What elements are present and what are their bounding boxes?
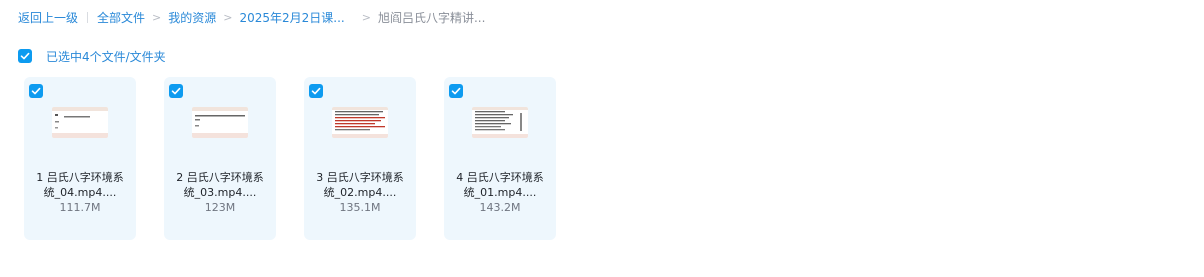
- file-name-line: 统_01.mp4....: [463, 186, 537, 199]
- breadcrumb-divider: [87, 11, 89, 23]
- file-name-line: 统_02.mp4....: [323, 186, 397, 199]
- file-name-line: 1 吕氏八字环境系: [36, 171, 124, 184]
- video-thumbnail-icon: [472, 107, 528, 138]
- chevron-right-icon: >: [152, 10, 162, 24]
- file-grid: 1 吕氏八字环境系 统_04.mp4.... 111.7M 2 吕氏八字环境系 …: [24, 77, 556, 240]
- file-card[interactable]: 3 吕氏八字环境系 统_02.mp4.... 135.1M: [304, 77, 416, 240]
- file-size: 135.1M: [339, 201, 381, 214]
- file-name-line: 统_03.mp4....: [183, 186, 257, 199]
- breadcrumb: 返回上一级 全部文件 > 我的资源 > 2025年2月2日课... > 旭阎吕氏…: [18, 9, 485, 25]
- file-name-line: 统_04.mp4....: [43, 186, 117, 199]
- check-icon: [311, 87, 321, 95]
- chevron-right-icon: >: [223, 10, 233, 24]
- video-thumbnail-icon: [192, 107, 248, 138]
- breadcrumb-item-my-resources[interactable]: 我的资源: [168, 9, 216, 26]
- selection-count-text: 已选中4个文件/文件夹: [46, 49, 166, 64]
- file-name-line: 2 吕氏八字环境系: [176, 171, 264, 184]
- file-size: 111.7M: [59, 201, 101, 214]
- file-name: 3 吕氏八字环境系 统_02.mp4....: [308, 170, 412, 200]
- video-thumbnail-icon: [52, 107, 108, 138]
- file-size: 143.2M: [479, 201, 521, 214]
- breadcrumb-item-course[interactable]: 2025年2月2日课...: [239, 9, 344, 26]
- select-all-checkbox[interactable]: [18, 49, 32, 63]
- file-card[interactable]: 2 吕氏八字环境系 统_03.mp4.... 123M: [164, 77, 276, 240]
- file-checkbox[interactable]: [309, 84, 323, 98]
- selection-bar: 已选中4个文件/文件夹: [18, 49, 166, 64]
- video-thumbnail-icon: [332, 107, 388, 138]
- breadcrumb-item-all-files[interactable]: 全部文件: [97, 9, 145, 26]
- back-button[interactable]: 返回上一级: [18, 9, 78, 26]
- file-name: 2 吕氏八字环境系 统_03.mp4....: [168, 170, 272, 200]
- file-card[interactable]: 4 吕氏八字环境系 统_01.mp4.... 143.2M: [444, 77, 556, 240]
- file-card[interactable]: 1 吕氏八字环境系 统_04.mp4.... 111.7M: [24, 77, 136, 240]
- file-checkbox[interactable]: [449, 84, 463, 98]
- check-icon: [451, 87, 461, 95]
- file-name: 1 吕氏八字环境系 统_04.mp4....: [28, 170, 132, 200]
- check-icon: [31, 87, 41, 95]
- file-size: 123M: [204, 201, 236, 214]
- chevron-right-icon: >: [361, 10, 371, 24]
- check-icon: [20, 52, 30, 60]
- file-name: 4 吕氏八字环境系 统_01.mp4....: [448, 170, 552, 200]
- file-checkbox[interactable]: [29, 84, 43, 98]
- file-name-line: 3 吕氏八字环境系: [316, 171, 404, 184]
- file-checkbox[interactable]: [169, 84, 183, 98]
- breadcrumb-item-current: 旭阎吕氏八字精讲...: [377, 10, 486, 25]
- check-icon: [171, 87, 181, 95]
- file-name-line: 4 吕氏八字环境系: [456, 171, 544, 184]
